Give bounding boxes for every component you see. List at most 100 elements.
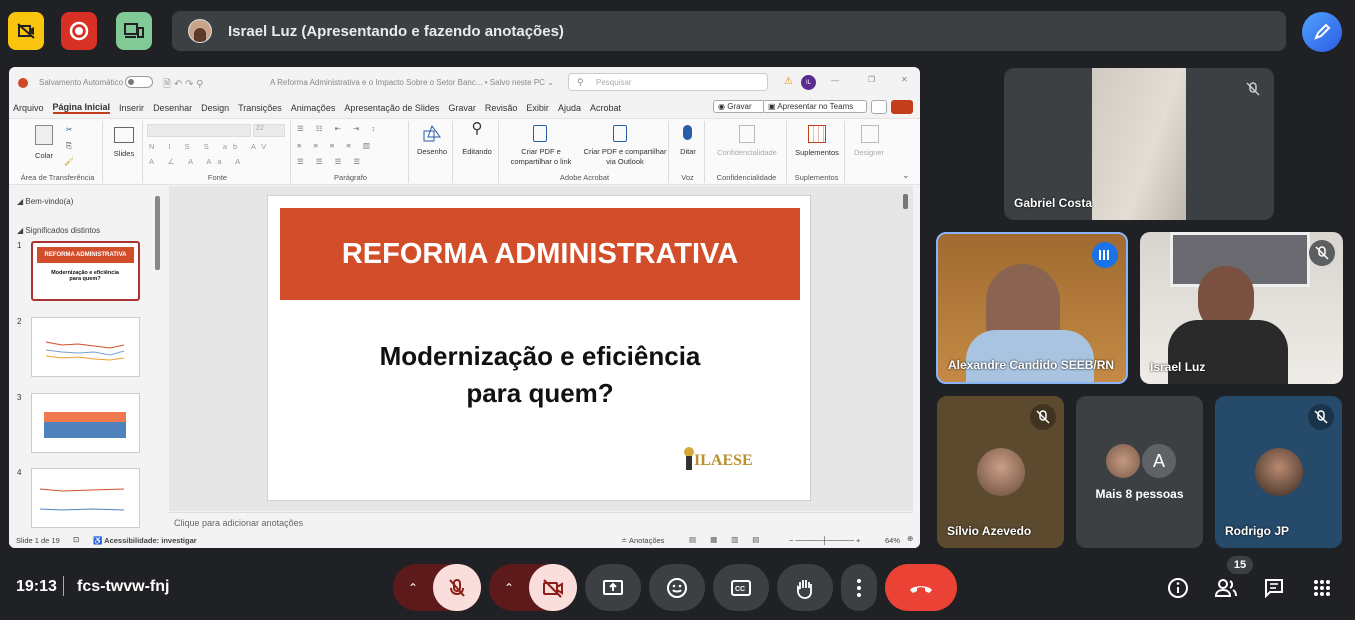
tab-exibir[interactable]: Exibir <box>526 103 549 113</box>
mic-options-chevron-icon[interactable]: ⌃ <box>393 581 433 595</box>
more-options-button[interactable] <box>841 564 877 611</box>
text-direction-icons[interactable]: ☰ ☰ ☰ ☰ <box>297 157 397 167</box>
font-format-icons[interactable]: N I S S ab AV <box>149 142 279 152</box>
paste-icon[interactable] <box>35 125 53 145</box>
ribbon-collapse-icon[interactable]: ⌄ <box>902 170 910 181</box>
slides-label[interactable]: Slides <box>105 149 143 159</box>
font-name-box[interactable] <box>147 124 251 137</box>
tab-desenhar[interactable]: Desenhar <box>153 103 192 113</box>
leave-call-button[interactable] <box>885 564 957 611</box>
warning-icon[interactable]: ⚠ <box>784 76 793 87</box>
participant-tile-alexandre[interactable]: Alexandre Candido SEEB/RN <box>936 232 1128 384</box>
slide-scrollbar[interactable] <box>903 194 908 209</box>
zoom-slider[interactable]: − ─────┼───── + <box>789 536 860 545</box>
user-avatar[interactable]: IL <box>801 75 816 90</box>
ppt-search-placeholder: Pesquisar <box>596 78 632 87</box>
format-painter-icon[interactable]: 🖌 <box>63 157 75 167</box>
participant-tile-more[interactable]: A Mais 8 pessoas <box>1076 396 1203 548</box>
new-slide-icon[interactable] <box>114 127 134 143</box>
participant-tile-rodrigo[interactable]: Rodrigo JP <box>1215 396 1342 548</box>
tab-pagina-inicial[interactable]: Página Inicial <box>52 102 111 114</box>
annotate-button[interactable] <box>1302 12 1342 52</box>
slide-thumbnail-2[interactable] <box>31 317 140 377</box>
slide-thumbnail-3[interactable] <box>31 393 140 453</box>
align-icons[interactable]: ≡ ≡ ≡ ≡ ▥ <box>297 141 397 151</box>
addins-label[interactable]: Suplementos <box>789 148 845 158</box>
sensitivity-icon[interactable] <box>739 125 755 143</box>
present-screen-button[interactable] <box>585 564 641 611</box>
chat-button[interactable] <box>1258 564 1290 611</box>
list-icons[interactable]: ☰ ☷ ⇤ ⇥ ↕ <box>297 124 397 134</box>
pdf-link-icon[interactable] <box>533 125 547 142</box>
restore-icon[interactable]: ❐ <box>868 75 875 84</box>
slide-thumbnail-4[interactable] <box>31 468 140 528</box>
status-proofing-icon[interactable]: ⊡ <box>73 535 79 544</box>
create-pdf-outlook-label[interactable]: Criar PDF e compartilhar via Outlook <box>581 147 669 167</box>
tab-animacoes[interactable]: Animações <box>291 103 336 113</box>
mic-toggle-button[interactable] <box>433 564 481 611</box>
shapes-icon[interactable] <box>423 124 441 143</box>
drawing-label[interactable]: Desenho <box>411 147 453 157</box>
captions-off-button[interactable] <box>8 12 44 50</box>
quick-access-icons[interactable]: 🗎 ↶ ↷ ⚲ <box>163 77 203 94</box>
zoom-level[interactable]: 64% <box>885 536 900 545</box>
reactions-button[interactable] <box>649 564 705 611</box>
dictate-label[interactable]: Ditar <box>671 147 705 157</box>
create-pdf-link-label[interactable]: Criar PDF e compartilhar o link <box>501 147 581 167</box>
autosave-toggle[interactable] <box>125 76 153 88</box>
paste-label[interactable]: Colar <box>27 151 61 161</box>
fit-slide-icon[interactable]: ⊕ <box>907 534 913 543</box>
participant-tile-silvio[interactable]: Sílvio Azevedo <box>937 396 1064 548</box>
font-size-box[interactable]: 22 <box>253 124 285 137</box>
section-significados[interactable]: ◢ Significados distintos <box>17 226 100 235</box>
status-notes-button[interactable]: ≐ Anotações <box>621 536 664 545</box>
section-bem-vindo[interactable]: ◢ Bem-vindo(a) <box>17 197 73 206</box>
designer-label[interactable]: Designer <box>847 148 891 158</box>
companion-mode-button[interactable] <box>116 12 152 50</box>
tab-revisao[interactable]: Revisão <box>485 103 518 113</box>
pdf-outlook-icon[interactable] <box>613 125 627 142</box>
captions-button[interactable]: CC <box>713 564 769 611</box>
thumbs-scrollbar[interactable] <box>155 196 160 270</box>
ppt-search-box[interactable]: ⚲ Pesquisar <box>568 73 768 91</box>
meeting-info-button[interactable] <box>1162 564 1194 611</box>
status-accessibility[interactable]: ♿ Acessibilidade: investigar <box>93 536 197 545</box>
copy-icon[interactable]: ⎘ <box>63 141 75 151</box>
participant-tile-gabriel[interactable]: Gabriel Costa <box>1004 68 1274 220</box>
present-teams-button[interactable]: ▣ Apresentar no Teams <box>763 100 868 113</box>
sensitivity-label[interactable]: Confidencialidade <box>707 148 787 158</box>
tab-inserir[interactable]: Inserir <box>119 103 144 113</box>
share-button[interactable] <box>891 100 913 114</box>
current-slide[interactable]: REFORMA ADMINISTRATIVA Modernização e ef… <box>267 195 811 501</box>
camera-toggle-button[interactable] <box>529 564 577 611</box>
close-icon[interactable]: ✕ <box>901 75 908 84</box>
tab-ajuda[interactable]: Ajuda <box>558 103 581 113</box>
editing-label[interactable]: Editando <box>455 147 499 157</box>
voice-group: Ditar Voz <box>671 121 705 183</box>
cut-icon[interactable]: ✂ <box>63 125 75 135</box>
view-buttons[interactable]: ▤▦▥▤ <box>689 535 773 544</box>
notes-pane[interactable]: Clique para adicionar anotações <box>169 512 913 534</box>
camera-options-chevron-icon[interactable]: ⌃ <box>489 581 529 595</box>
participant-tile-israel[interactable]: Israel Luz <box>1140 232 1343 384</box>
tab-transicoes[interactable]: Transições <box>238 103 282 113</box>
addins-icon[interactable] <box>808 125 826 143</box>
tab-gravar[interactable]: Gravar <box>448 103 476 113</box>
devices-icon <box>124 23 144 38</box>
slide-thumbnail-1[interactable]: REFORMA ADMINISTRATIVA Modernização e ef… <box>31 241 140 301</box>
dictate-mic-icon[interactable] <box>683 125 692 140</box>
find-icon[interactable]: ⚲ <box>469 121 485 136</box>
record-button[interactable]: ◉ Gravar <box>713 100 766 113</box>
minimize-icon[interactable]: — <box>831 76 839 85</box>
designer-icon[interactable] <box>861 125 879 143</box>
activities-button[interactable] <box>1306 564 1338 611</box>
thumb-number: 1 <box>17 241 22 250</box>
recording-button[interactable] <box>61 12 97 50</box>
font-color-icons[interactable]: A ∠ A Aa A <box>149 157 279 167</box>
raise-hand-button[interactable] <box>777 564 833 611</box>
tab-arquivo[interactable]: Arquivo <box>13 103 44 113</box>
tab-acrobat[interactable]: Acrobat <box>590 103 621 113</box>
tab-design[interactable]: Design <box>201 103 229 113</box>
comments-icon[interactable] <box>871 100 887 114</box>
tab-apresentacao[interactable]: Apresentação de Slides <box>344 103 439 113</box>
